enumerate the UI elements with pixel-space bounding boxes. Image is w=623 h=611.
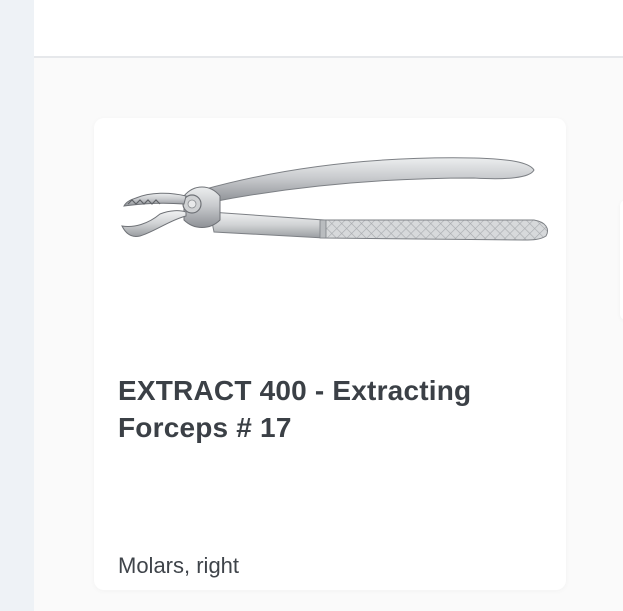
main-content: EXTRACT 400 - Extracting Forceps # 17 Mo… [34, 0, 623, 611]
product-subtitle: Molars, right [118, 553, 240, 578]
product-image [121, 157, 548, 241]
header-bar [34, 0, 623, 58]
product-title[interactable]: EXTRACT 400 - Extracting Forceps # 17 [118, 372, 538, 446]
page: EXTRACT 400 - Extracting Forceps # 17 Mo… [0, 0, 623, 611]
product-card[interactable]: EXTRACT 400 - Extracting Forceps # 17 Mo… [94, 118, 566, 590]
left-rail [0, 0, 34, 611]
